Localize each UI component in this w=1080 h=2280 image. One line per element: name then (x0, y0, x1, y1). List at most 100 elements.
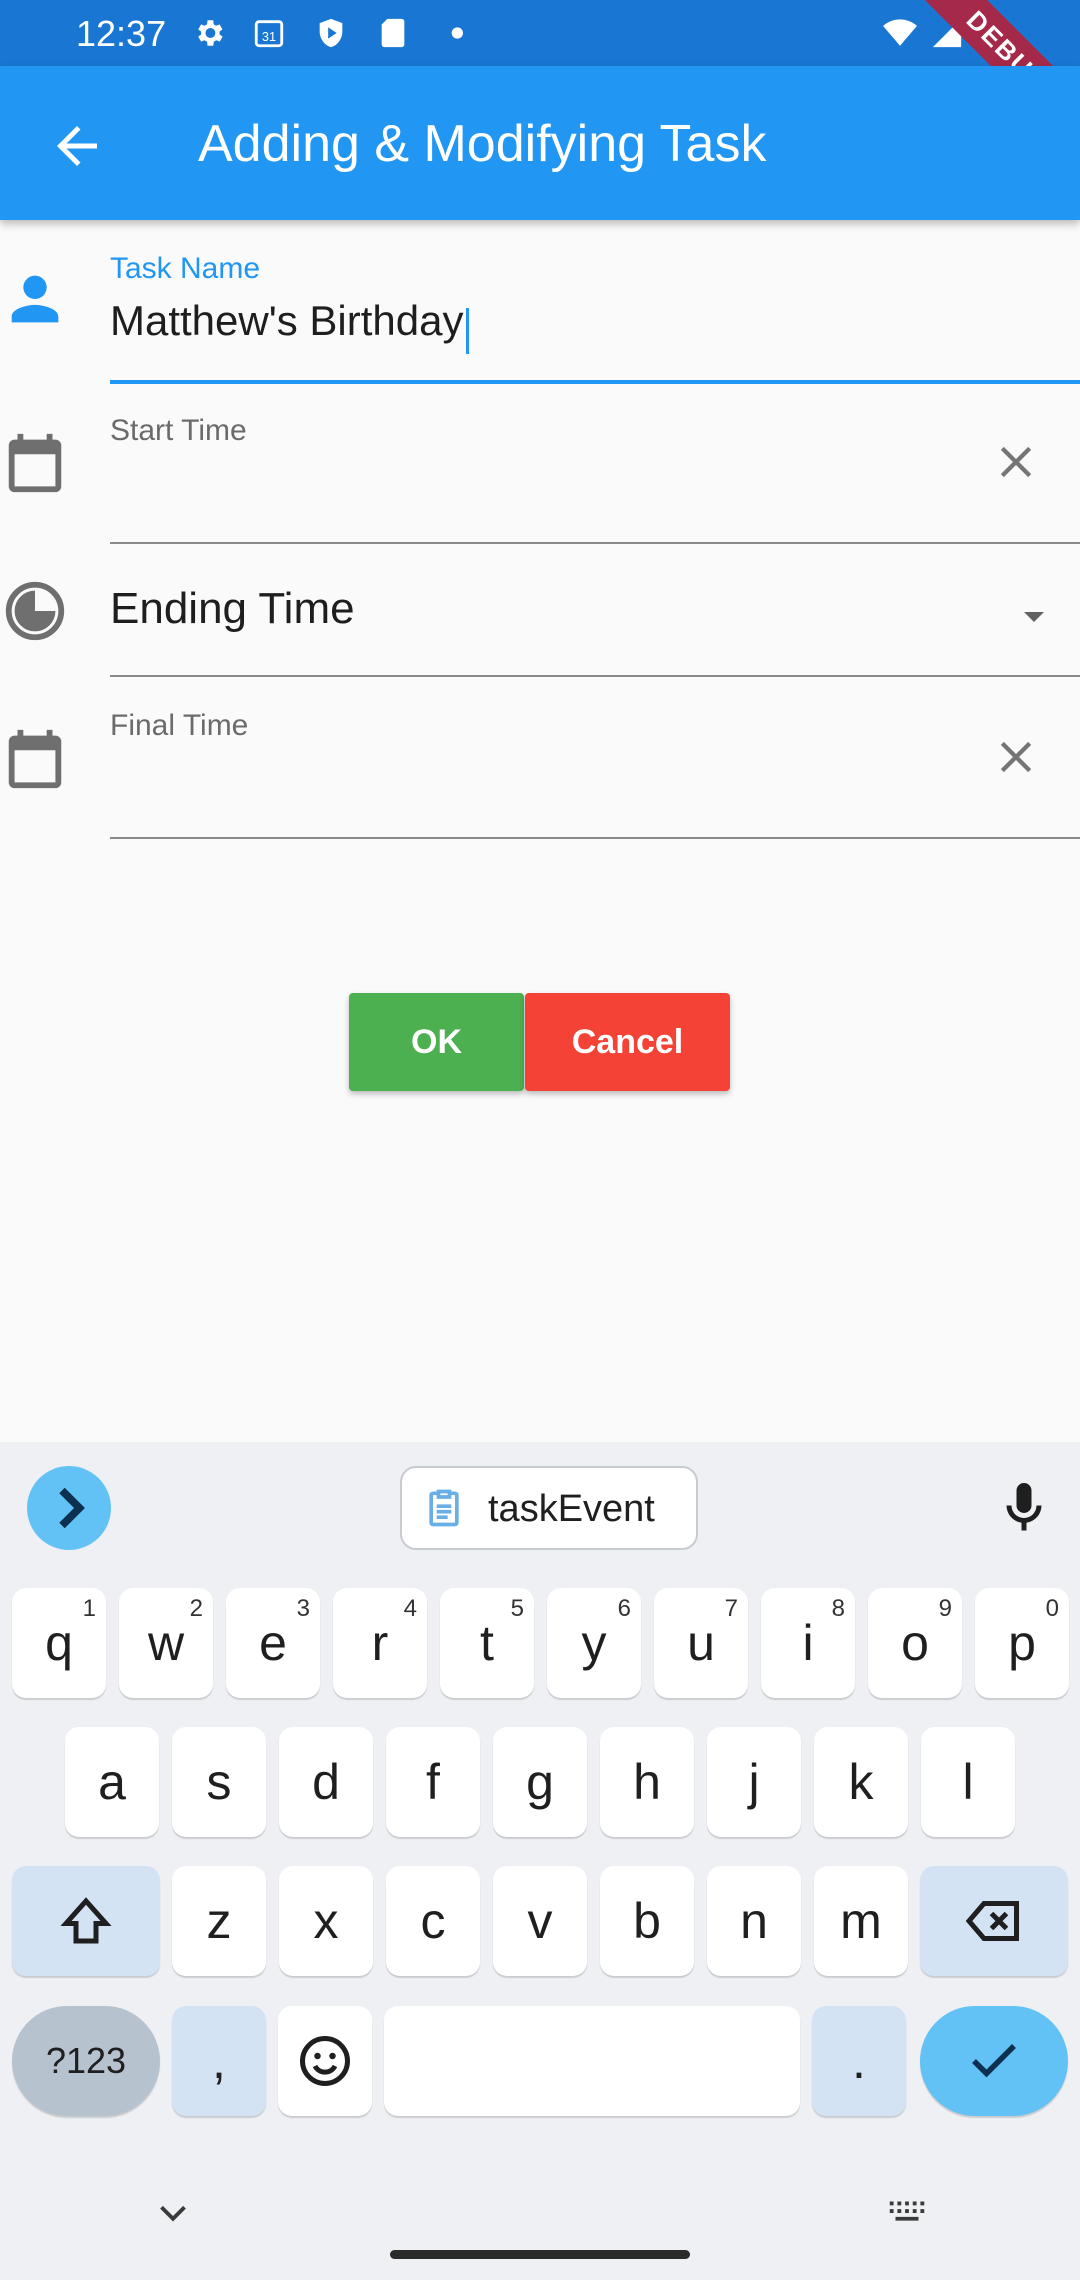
shift-icon (60, 1897, 112, 1944)
start-time-clear-icon[interactable] (990, 436, 1042, 488)
final-time-underline (110, 837, 1080, 839)
key-z[interactable]: z (172, 1866, 266, 1976)
key-letter: a (98, 1754, 126, 1810)
keyboard: taskEvent q1w2e3r4t5y6u7i8o9p0 asdfghjkl… (0, 1442, 1080, 2280)
sd-card-icon (381, 18, 405, 48)
key-q[interactable]: q1 (12, 1588, 106, 1698)
key-number-hint: 4 (403, 1595, 417, 1622)
shift-key[interactable] (12, 1866, 160, 1976)
status-bar: 12:37 31 DEBUG (0, 0, 1080, 160)
ok-button[interactable]: OK (349, 993, 524, 1091)
key-k[interactable]: k (814, 1727, 908, 1837)
hide-keyboard-icon[interactable] (150, 2190, 196, 2236)
calendar-icon (8, 433, 62, 493)
key-letter: t (480, 1615, 494, 1671)
key-v[interactable]: v (493, 1866, 587, 1976)
clipboard-suggestion-chip[interactable]: taskEvent (400, 1466, 698, 1550)
wifi-icon (883, 19, 917, 46)
start-time-input[interactable] (110, 450, 970, 540)
keyboard-switch-icon[interactable] (884, 2190, 930, 2236)
key-l[interactable]: l (921, 1727, 1015, 1837)
cancel-button[interactable]: Cancel (525, 993, 730, 1091)
key-number-hint: 5 (510, 1595, 524, 1622)
key-letter: z (206, 1893, 232, 1949)
key-n[interactable]: n (707, 1866, 801, 1976)
key-letter: q (45, 1615, 73, 1671)
key-letter: l (962, 1754, 974, 1810)
task-name-label: Task Name (110, 252, 261, 285)
key-x[interactable]: x (279, 1866, 373, 1976)
emoji-icon (300, 2036, 350, 2086)
ending-time-dropdown[interactable]: Ending Time (110, 572, 1080, 668)
key-letter: o (901, 1615, 929, 1671)
key-s[interactable]: s (172, 1727, 266, 1837)
key-number-hint: 8 (831, 1595, 845, 1622)
done-key[interactable] (920, 2006, 1068, 2116)
final-time-input[interactable] (110, 745, 970, 835)
checkmark-icon (972, 2044, 1016, 2078)
key-letter: r (371, 1615, 389, 1671)
key-f[interactable]: f (386, 1727, 480, 1837)
backspace-key[interactable] (920, 1866, 1068, 1976)
key-d[interactable]: d (279, 1727, 373, 1837)
key-letter: e (259, 1615, 287, 1671)
key-letter: f (426, 1754, 440, 1810)
dropdown-arrow-icon (1024, 612, 1044, 622)
backspace-icon (965, 1901, 1019, 1941)
microphone-icon[interactable] (994, 1478, 1054, 1538)
notification-dot-icon (451, 27, 463, 39)
key-letter: m (840, 1893, 882, 1949)
symbols-key[interactable]: ?123 (12, 2006, 160, 2116)
key-w[interactable]: w2 (119, 1588, 213, 1698)
key-letter: j (748, 1754, 760, 1810)
key-letter: v (527, 1893, 553, 1949)
emoji-key[interactable] (278, 2006, 372, 2116)
key-m[interactable]: m (814, 1866, 908, 1976)
calendar-icon: 31 (254, 20, 284, 48)
final-time-clear-icon[interactable] (990, 731, 1042, 783)
space-key[interactable] (384, 2006, 800, 2116)
key-t[interactable]: t5 (440, 1588, 534, 1698)
expand-toolbar-icon[interactable] (27, 1466, 111, 1550)
key-i[interactable]: i8 (761, 1588, 855, 1698)
start-time-label: Start Time (110, 414, 247, 447)
calendar-icon (8, 729, 62, 789)
key-a[interactable]: a (65, 1727, 159, 1837)
key-y[interactable]: y6 (547, 1588, 641, 1698)
key-p[interactable]: p0 (975, 1588, 1069, 1698)
clipboard-suggestion-text: taskEvent (488, 1488, 655, 1530)
key-number-hint: 3 (296, 1595, 310, 1622)
key-letter: u (687, 1615, 715, 1671)
period-key[interactable]: . (812, 2006, 906, 2116)
shield-play-icon (319, 18, 343, 48)
text-cursor (465, 307, 469, 354)
key-c[interactable]: c (386, 1866, 480, 1976)
final-time-label: Final Time (110, 709, 249, 742)
status-time: 12:37 (76, 13, 167, 54)
key-number-hint: 0 (1045, 1595, 1059, 1622)
comma-key[interactable]: , (172, 2006, 266, 2116)
ending-time-underline (110, 675, 1080, 677)
key-letter: g (526, 1754, 554, 1810)
back-arrow-icon[interactable] (40, 116, 114, 176)
key-o[interactable]: o9 (868, 1588, 962, 1698)
task-name-input[interactable]: Matthew's Birthday (110, 286, 1080, 382)
key-h[interactable]: h (600, 1727, 694, 1837)
key-e[interactable]: e3 (226, 1588, 320, 1698)
key-b[interactable]: b (600, 1866, 694, 1976)
key-j[interactable]: j (707, 1727, 801, 1837)
key-letter: d (312, 1754, 340, 1810)
settings-icon (198, 20, 223, 46)
svg-text:31: 31 (262, 29, 276, 44)
key-letter: p (1008, 1615, 1036, 1671)
task-name-underline (110, 380, 1080, 384)
key-g[interactable]: g (493, 1727, 587, 1837)
key-letter: y (581, 1615, 607, 1671)
key-r[interactable]: r4 (333, 1588, 427, 1698)
key-number-hint: 7 (724, 1595, 738, 1622)
clipboard-icon (429, 1489, 459, 1527)
key-letter: h (633, 1754, 661, 1810)
key-u[interactable]: u7 (654, 1588, 748, 1698)
key-letter: x (313, 1893, 339, 1949)
key-letter: k (848, 1754, 874, 1810)
